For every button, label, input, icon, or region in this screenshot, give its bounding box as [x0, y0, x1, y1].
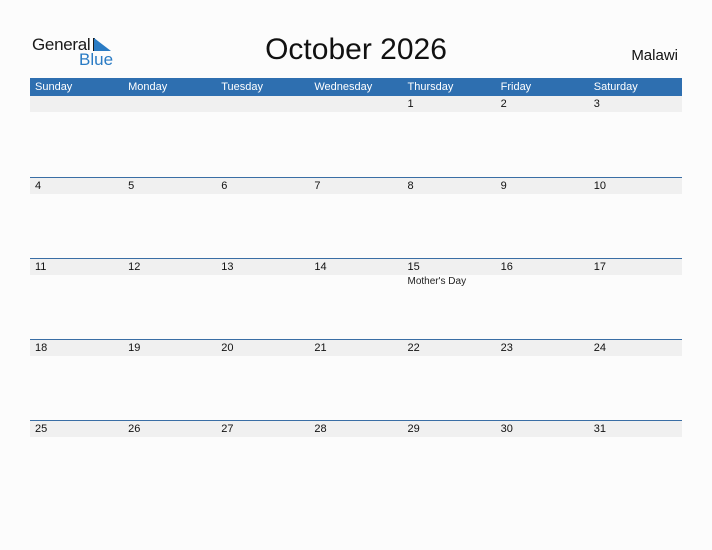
day-number: 20	[221, 342, 234, 354]
day-number	[30, 96, 123, 112]
day-event	[589, 112, 682, 177]
day-event-area: Mother's Day	[30, 275, 682, 339]
day-number: 13	[221, 261, 234, 273]
day-number: 1	[407, 98, 414, 110]
day-number: 2	[500, 98, 507, 110]
weekday-header: Sunday Monday Tuesday Wednesday Thursday…	[30, 78, 682, 96]
weekday-saturday: Saturday	[593, 81, 638, 93]
day-event: Mother's Day	[407, 276, 467, 287]
day-event	[309, 356, 402, 420]
day-event	[123, 112, 216, 177]
day-event	[30, 356, 123, 420]
day-number: 8	[407, 180, 414, 192]
country-label: Malawi	[631, 47, 678, 64]
day-event	[123, 356, 216, 420]
day-event	[589, 275, 682, 339]
week-row: 1 2 3	[30, 96, 682, 177]
day-event	[496, 275, 589, 339]
day-number-strip: 1 2 3	[30, 96, 682, 112]
weekday-thursday: Thursday	[407, 81, 454, 93]
day-number: 22	[407, 342, 420, 354]
weekday-sunday: Sunday	[35, 81, 73, 93]
day-number-strip: 25 26 27 28 29 30 31	[30, 421, 682, 437]
day-number-strip: 18 19 20 21 22 23 24	[30, 340, 682, 356]
day-event	[496, 356, 589, 420]
day-event-area	[30, 112, 682, 177]
day-event	[496, 112, 589, 177]
day-number: 4	[35, 180, 42, 192]
day-number: 23	[500, 342, 513, 354]
week-row: 25 26 27 28 29 30 31	[30, 420, 682, 501]
day-number: 25	[35, 423, 48, 435]
day-event-area	[30, 194, 682, 258]
day-number: 18	[35, 342, 48, 354]
day-event	[216, 275, 309, 339]
day-event	[496, 437, 589, 501]
weekday-friday: Friday	[500, 81, 532, 93]
day-number: 5	[128, 180, 135, 192]
day-event	[216, 356, 309, 420]
day-number: 17	[593, 261, 606, 273]
day-number: 29	[407, 423, 420, 435]
day-event	[589, 356, 682, 420]
day-number: 9	[500, 180, 507, 192]
day-number	[216, 96, 309, 112]
day-event	[216, 437, 309, 501]
day-event	[216, 194, 309, 258]
page-title: October 2026	[265, 33, 447, 66]
day-number: 31	[593, 423, 606, 435]
day-event	[30, 112, 123, 177]
day-event	[496, 194, 589, 258]
day-number: 15	[407, 261, 420, 273]
day-event	[589, 437, 682, 501]
day-number: 19	[128, 342, 141, 354]
day-number: 12	[128, 261, 141, 273]
day-number	[123, 96, 216, 112]
calendar-grid: Sunday Monday Tuesday Wednesday Thursday…	[30, 78, 682, 501]
week-row: 18 19 20 21 22 23 24	[30, 339, 682, 420]
day-event	[216, 112, 309, 177]
day-number: 16	[500, 261, 513, 273]
day-event	[309, 112, 402, 177]
weekday-wednesday: Wednesday	[314, 81, 373, 93]
day-number: 6	[221, 180, 228, 192]
day-event	[309, 194, 402, 258]
day-event	[30, 194, 123, 258]
day-event	[123, 194, 216, 258]
day-event	[403, 194, 496, 258]
day-number: 7	[314, 180, 321, 192]
day-number: 14	[314, 261, 327, 273]
day-event	[123, 437, 216, 501]
day-number-strip: 11 12 13 14 15 16 17	[30, 259, 682, 275]
week-row: 4 5 6 7 8 9 10	[30, 177, 682, 258]
day-number-strip: 4 5 6 7 8 9 10	[30, 178, 682, 194]
day-event	[309, 275, 402, 339]
day-number: 11	[35, 261, 47, 273]
day-number: 30	[500, 423, 513, 435]
day-event	[30, 437, 123, 501]
day-number: 28	[314, 423, 327, 435]
day-event-area	[30, 356, 682, 420]
day-event-area	[30, 437, 682, 501]
weekday-tuesday: Tuesday	[221, 81, 264, 93]
day-number: 10	[593, 180, 606, 192]
day-number: 21	[314, 342, 327, 354]
day-number: 3	[593, 98, 600, 110]
day-event	[403, 356, 496, 420]
day-number	[309, 96, 402, 112]
day-event	[123, 275, 216, 339]
day-event	[309, 437, 402, 501]
day-event	[403, 112, 496, 177]
day-event	[30, 275, 123, 339]
weekday-monday: Monday	[128, 81, 168, 93]
day-number: 24	[593, 342, 606, 354]
day-number: 27	[221, 423, 234, 435]
week-row: 11 12 13 14 15 16 17 Mother's Day	[30, 258, 682, 339]
day-event	[589, 194, 682, 258]
day-event	[403, 437, 496, 501]
day-number: 26	[128, 423, 141, 435]
